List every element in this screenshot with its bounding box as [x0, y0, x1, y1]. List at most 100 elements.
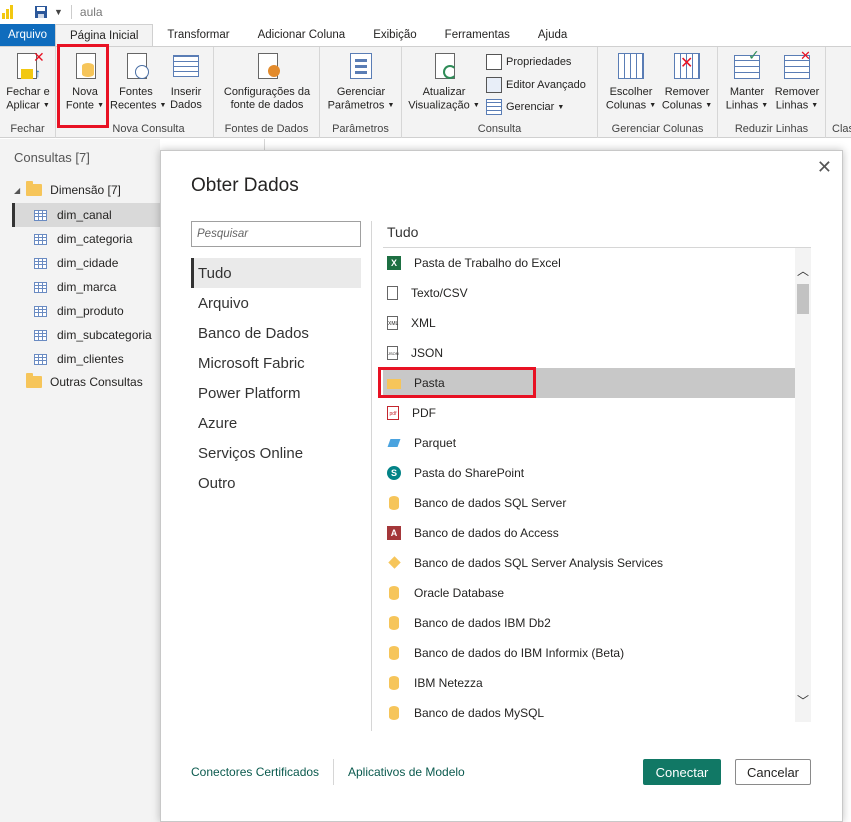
query-item[interactable]: dim_subcategoria — [12, 323, 160, 347]
connector-item[interactable]: Banco de dados MySQL — [383, 698, 795, 722]
tab-ferramentas[interactable]: Ferramentas — [431, 24, 524, 46]
connector-item[interactable]: Banco de dados do IBM Informix (Beta) — [383, 638, 795, 668]
query-item[interactable]: dim_canal — [12, 203, 160, 227]
connector-item[interactable]: Oracle Database — [383, 578, 795, 608]
connector-item[interactable]: Banco de dados SQL Server — [383, 488, 795, 518]
title-bar: ▼ aula — [0, 0, 851, 24]
editor-avancado-button[interactable]: Editor Avançado — [486, 75, 586, 95]
list-scrollbar[interactable]: ︿ ﹀ — [795, 248, 811, 722]
advanced-editor-icon — [486, 77, 502, 93]
escolher-colunas-button[interactable]: Escolher Colunas ▼ — [604, 51, 658, 112]
propriedades-button[interactable]: Propriedades — [486, 52, 571, 72]
group-parametros: Gerenciar Parâmetros ▼ Parâmetros — [320, 47, 402, 138]
category-tudo[interactable]: Tudo — [191, 258, 361, 288]
table-icon — [34, 353, 47, 365]
connector-item[interactable]: JSON JSON — [383, 338, 795, 368]
table-icon — [34, 257, 47, 269]
fontes-recentes-button[interactable]: Fontes Recentes ▼ — [110, 51, 166, 112]
group-gerenciar-colunas: Escolher Colunas ▼ ✕ Remover Colunas ▼ G… — [598, 47, 718, 138]
category-outro[interactable]: Outro — [191, 468, 361, 498]
group-consulta: Atualizar Visualização ▼ Propriedades Ed… — [402, 47, 598, 138]
inserir-dados-button[interactable]: Inserir Dados — [166, 51, 206, 112]
certified-connectors-link[interactable]: Conectores Certificados — [191, 765, 319, 779]
choose-columns-icon — [616, 51, 646, 83]
category-azure[interactable]: Azure — [191, 408, 361, 438]
queries-pane: Consultas [7] ◢ Dimensão [7] dim_canal d… — [0, 139, 160, 822]
access-icon: A — [387, 526, 401, 540]
keep-rows-icon: ✓ — [732, 48, 762, 83]
nova-fonte-highlight — [57, 44, 109, 128]
close-apply-icon: ✕ ↑ — [13, 50, 45, 83]
template-apps-link[interactable]: Aplicativos de Modelo — [348, 765, 465, 779]
sharepoint-icon: S — [387, 466, 401, 480]
scroll-thumb[interactable] — [797, 284, 809, 314]
configuracoes-fonte-button[interactable]: Configurações da fonte de dados — [220, 51, 314, 112]
pdf-icon: pdf — [387, 406, 399, 420]
category-arquivo[interactable]: Arquivo — [191, 288, 361, 318]
power-bi-logo-icon — [2, 5, 16, 19]
database-icon — [387, 676, 401, 690]
database-icon — [387, 646, 401, 660]
gerenciar-parametros-button[interactable]: Gerenciar Parâmetros ▼ — [326, 51, 396, 112]
database-icon — [387, 616, 401, 630]
group-fontes-de-dados: Configurações da fonte de dados Fontes d… — [214, 47, 320, 138]
tab-exibicao[interactable]: Exibição — [359, 24, 430, 46]
quick-access-caret-icon[interactable]: ▼ — [54, 7, 63, 17]
connector-item[interactable]: S Pasta do SharePoint — [383, 458, 795, 488]
connector-item[interactable]: IBM Netezza — [383, 668, 795, 698]
gerenciar-button[interactable]: Gerenciar ▼ — [486, 97, 564, 117]
save-icon[interactable] — [34, 5, 48, 19]
connector-item[interactable]: XML XML — [383, 308, 795, 338]
scroll-down-icon[interactable]: ﹀ — [795, 692, 811, 708]
table-icon — [34, 209, 47, 221]
cancel-button[interactable]: Cancelar — [735, 759, 811, 785]
title-separator — [70, 5, 72, 19]
close-icon[interactable]: ✕ — [817, 157, 832, 178]
footer-separator — [333, 759, 334, 785]
refresh-preview-icon — [429, 51, 459, 83]
list-title: Tudo — [387, 224, 419, 240]
scroll-up-icon[interactable]: ︿ — [795, 262, 811, 278]
remover-linhas-button[interactable]: ✕ Remover Linhas ▼ — [772, 49, 822, 112]
connector-item[interactable]: Banco de dados SQL Server Analysis Servi… — [383, 548, 795, 578]
dialog-title: Obter Dados — [191, 175, 299, 196]
connector-item[interactable]: Parquet — [383, 428, 795, 458]
folder-outras-consultas[interactable]: Outras Consultas — [26, 373, 143, 389]
folder-dimensao[interactable]: ◢ Dimensão [7] — [14, 181, 121, 197]
json-icon: JSON — [387, 346, 399, 360]
tab-adicionar-coluna[interactable]: Adicionar Coluna — [244, 24, 360, 46]
connect-button[interactable]: Conectar — [643, 759, 721, 785]
fechar-aplicar-button[interactable]: ✕ ↑ Fechar e Aplicar ▼ — [4, 50, 52, 112]
category-microsoft-fabric[interactable]: Microsoft Fabric — [191, 348, 361, 378]
remove-columns-icon: ✕ — [672, 51, 702, 83]
remover-colunas-button[interactable]: ✕ Remover Colunas ▼ — [660, 51, 714, 112]
connector-item[interactable]: Banco de dados IBM Db2 — [383, 608, 795, 638]
connector-item[interactable]: pdf PDF — [383, 398, 795, 428]
connector-item[interactable]: A Banco de dados do Access — [383, 518, 795, 548]
query-item[interactable]: dim_cidade — [12, 251, 160, 275]
expand-arrow-icon[interactable]: ◢ — [14, 186, 20, 195]
connector-item[interactable]: Texto/CSV — [383, 278, 795, 308]
category-banco-de-dados[interactable]: Banco de Dados — [191, 318, 361, 348]
xml-icon: XML — [387, 316, 398, 330]
cube-icon — [387, 556, 401, 570]
query-item[interactable]: dim_categoria — [12, 227, 160, 251]
tab-transformar[interactable]: Transformar — [153, 24, 243, 46]
category-power-platform[interactable]: Power Platform — [191, 378, 361, 408]
recent-sources-icon — [121, 51, 151, 83]
manter-linhas-button[interactable]: ✓ Manter Linhas ▼ — [724, 48, 770, 112]
query-item[interactable]: dim_marca — [12, 275, 160, 299]
manage-table-icon — [486, 99, 502, 115]
tab-ajuda[interactable]: Ajuda — [524, 24, 581, 46]
pane-separator — [371, 221, 372, 731]
category-servicos-online[interactable]: Serviços Online — [191, 438, 361, 468]
table-icon — [34, 233, 47, 245]
connector-item[interactable]: X Pasta de Trabalho do Excel — [383, 248, 795, 278]
atualizar-visualizacao-button[interactable]: Atualizar Visualização ▼ — [406, 51, 482, 112]
tab-pagina-inicial[interactable]: Página Inicial — [55, 24, 154, 46]
query-item[interactable]: dim_clientes — [12, 347, 160, 371]
search-input[interactable] — [191, 221, 361, 247]
ribbon: ✕ ↑ Fechar e Aplicar ▼ Fechar Nova Fonte… — [0, 44, 851, 138]
query-item[interactable]: dim_produto — [12, 299, 160, 323]
tab-arquivo[interactable]: Arquivo — [0, 24, 55, 46]
